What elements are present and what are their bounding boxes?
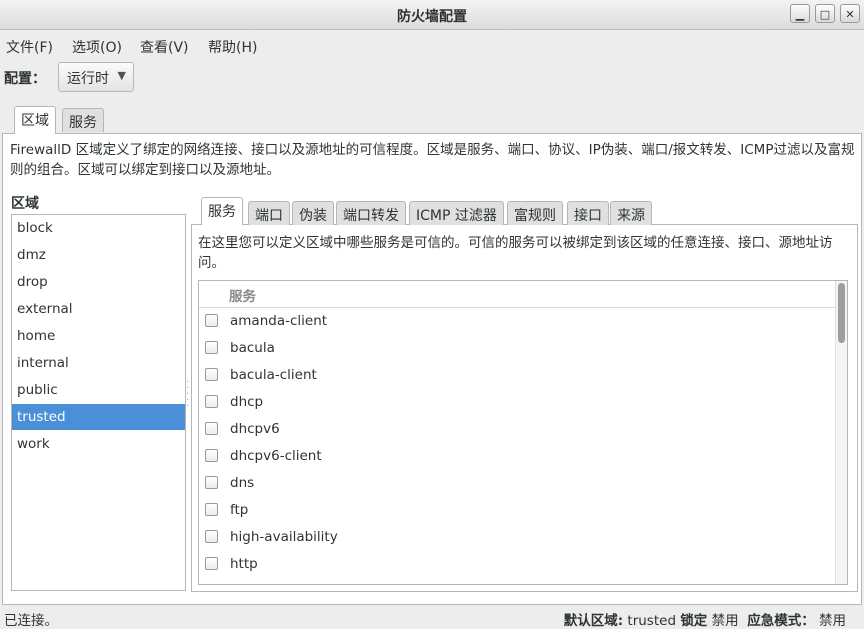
zone-item-internal[interactable]: internal — [12, 350, 185, 376]
lock-label: 锁定 — [680, 613, 708, 629]
tab-port-forwarding[interactable]: 端口转发 — [336, 201, 406, 225]
zone-item-drop[interactable]: drop — [12, 269, 185, 295]
table-row[interactable]: dns — [199, 470, 835, 497]
service-checkbox[interactable] — [205, 530, 218, 543]
service-table-scrollbar[interactable] — [835, 281, 847, 584]
tab-services[interactable]: 服务 — [62, 108, 104, 132]
tab-interfaces[interactable]: 接口 — [567, 201, 609, 225]
tab-icmp-filter[interactable]: ICMP 过滤器 — [409, 201, 504, 225]
config-select-value: 运行时 — [67, 71, 109, 87]
service-label: http — [230, 556, 258, 572]
pane-splitter-handle[interactable]: · · · · · — [186, 378, 189, 412]
panic-mode-value: 禁用 — [819, 613, 846, 629]
lock-value: 禁用 — [711, 613, 739, 629]
panic-mode-label: 应急模式： — [747, 613, 815, 629]
service-label: amanda-client — [230, 313, 328, 329]
table-row[interactable]: amanda-client — [199, 308, 835, 335]
table-row[interactable]: ftp — [199, 497, 835, 524]
column-header[interactable]: 服务 — [199, 281, 835, 308]
close-button[interactable]: ✕ — [840, 4, 860, 23]
window-title: 防火墙配置 — [397, 9, 467, 25]
menu-help[interactable]: 帮助(H) — [208, 35, 257, 59]
minimize-button[interactable]: ▁ — [790, 4, 810, 23]
service-table: 服务 amanda-client bacula bacula-client dh… — [198, 280, 848, 585]
service-label: ftp — [230, 502, 249, 518]
service-label: dns — [230, 475, 255, 491]
scrollbar-thumb[interactable] — [838, 283, 845, 343]
service-checkbox[interactable] — [205, 422, 218, 435]
connection-status: 已连接。 — [4, 613, 58, 629]
zone-item-public[interactable]: public — [12, 377, 185, 403]
service-label: dhcpv6-client — [230, 448, 322, 464]
service-label: bacula — [230, 340, 275, 356]
tab-masquerade[interactable]: 伪装 — [292, 201, 334, 225]
table-row[interactable]: dhcp — [199, 389, 835, 416]
zone-item-external[interactable]: external — [12, 296, 185, 322]
table-row[interactable]: bacula-client — [199, 362, 835, 389]
service-checkbox[interactable] — [205, 341, 218, 354]
maximize-button[interactable]: □ — [815, 4, 835, 23]
service-checkbox[interactable] — [205, 557, 218, 570]
zone-item-work[interactable]: work — [12, 431, 185, 457]
menu-options[interactable]: 选项(O) — [72, 35, 122, 59]
zones-heading: 区域 — [11, 196, 39, 212]
service-label: dhcp — [230, 394, 264, 410]
tab-services-inner[interactable]: 服务 — [201, 197, 243, 225]
zone-item-block[interactable]: block — [12, 215, 185, 241]
service-checkbox[interactable] — [205, 368, 218, 381]
chevron-down-icon: ▼ — [117, 69, 126, 82]
table-row[interactable]: dhcpv6 — [199, 416, 835, 443]
service-label: dhcpv6 — [230, 421, 280, 437]
column-header-label: 服务 — [229, 289, 256, 305]
tab-rich-rules[interactable]: 富规则 — [507, 201, 563, 225]
services-description: 在这里您可以定义区域中哪些服务是可信的。可信的服务可以被绑定到该区域的任意连接、… — [198, 235, 833, 271]
table-row[interactable]: bacula — [199, 335, 835, 362]
tab-sources[interactable]: 来源 — [610, 201, 652, 225]
service-checkbox[interactable] — [205, 449, 218, 462]
default-zone-value: trusted — [627, 613, 677, 629]
table-row[interactable]: http — [199, 551, 835, 578]
service-checkbox[interactable] — [205, 476, 218, 489]
service-label: high-availability — [230, 529, 338, 545]
config-select[interactable]: 运行时 ▼ — [58, 62, 134, 92]
tab-ports[interactable]: 端口 — [248, 201, 290, 225]
table-row[interactable]: high-availability — [199, 524, 835, 551]
zone-item-home[interactable]: home — [12, 323, 185, 349]
zones-description: FirewallD 区域定义了绑定的网络连接、接口以及源地址的可信程度。区域是服… — [10, 142, 855, 178]
menu-file[interactable]: 文件(F) — [6, 35, 53, 59]
zone-list[interactable]: block dmz drop external home internal pu… — [11, 214, 186, 591]
config-label: 配置： — [4, 71, 46, 87]
default-zone-label: 默认区域: — [563, 613, 624, 629]
service-checkbox[interactable] — [205, 395, 218, 408]
service-label: bacula-client — [230, 367, 317, 383]
menu-view[interactable]: 查看(V) — [140, 35, 189, 59]
table-row[interactable]: dhcpv6-client — [199, 443, 835, 470]
status-summary: 默认区域: trusted 锁定 禁用 应急模式： 禁用 — [564, 609, 846, 629]
service-checkbox[interactable] — [205, 503, 218, 516]
service-checkbox[interactable] — [205, 314, 218, 327]
zone-item-dmz[interactable]: dmz — [12, 242, 185, 268]
tab-zones[interactable]: 区域 — [14, 106, 56, 134]
zone-item-trusted[interactable]: trusted — [12, 404, 185, 430]
